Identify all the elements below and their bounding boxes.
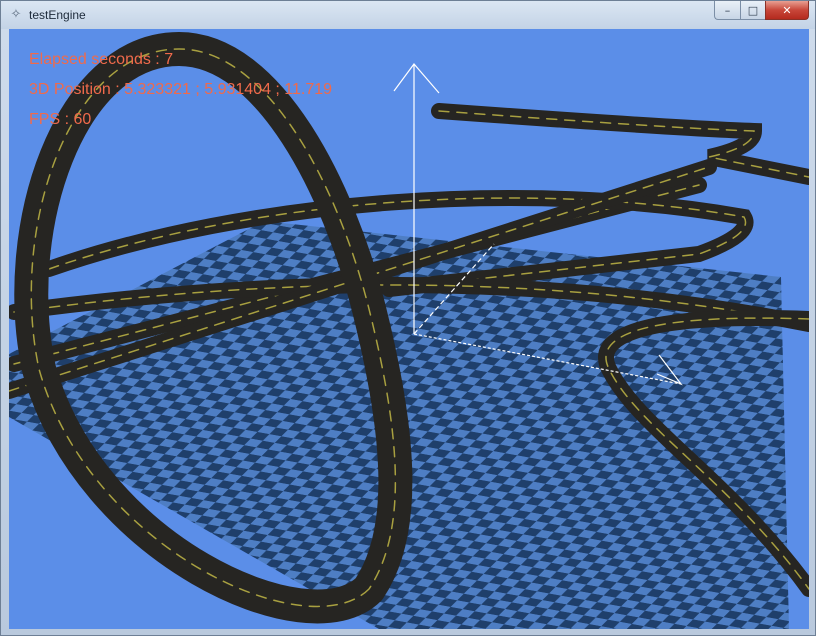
app-window: ✧ testEngine – □ ✕ Elapsed seconds: 7 3…	[0, 0, 816, 636]
minimize-button[interactable]: –	[714, 1, 740, 20]
caption-buttons: – □ ✕	[714, 1, 809, 20]
road-segment	[431, 103, 809, 185]
hud-3d-position: 3D Position : 5.323321 ; 5.931404 ; 11.7…	[29, 81, 333, 98]
scene-3d	[9, 31, 809, 629]
minimize-icon: –	[724, 3, 731, 17]
render-viewport[interactable]: Elapsed seconds : 7 3D Position : 5.3233…	[9, 29, 809, 629]
hud-fps: FPS : 60	[29, 111, 92, 128]
hud-elapsed-seconds: Elapsed seconds : 7	[29, 51, 174, 68]
maximize-button[interactable]: □	[740, 1, 765, 20]
app-icon[interactable]: ✧	[8, 7, 24, 23]
maximize-icon: □	[747, 3, 759, 17]
y-axis-arrow-icon	[393, 63, 440, 94]
title-bar[interactable]: ✧ testEngine – □ ✕	[1, 1, 815, 29]
window-title: testEngine	[29, 8, 86, 22]
close-button[interactable]: ✕	[765, 1, 809, 20]
close-icon: ✕	[782, 3, 792, 17]
